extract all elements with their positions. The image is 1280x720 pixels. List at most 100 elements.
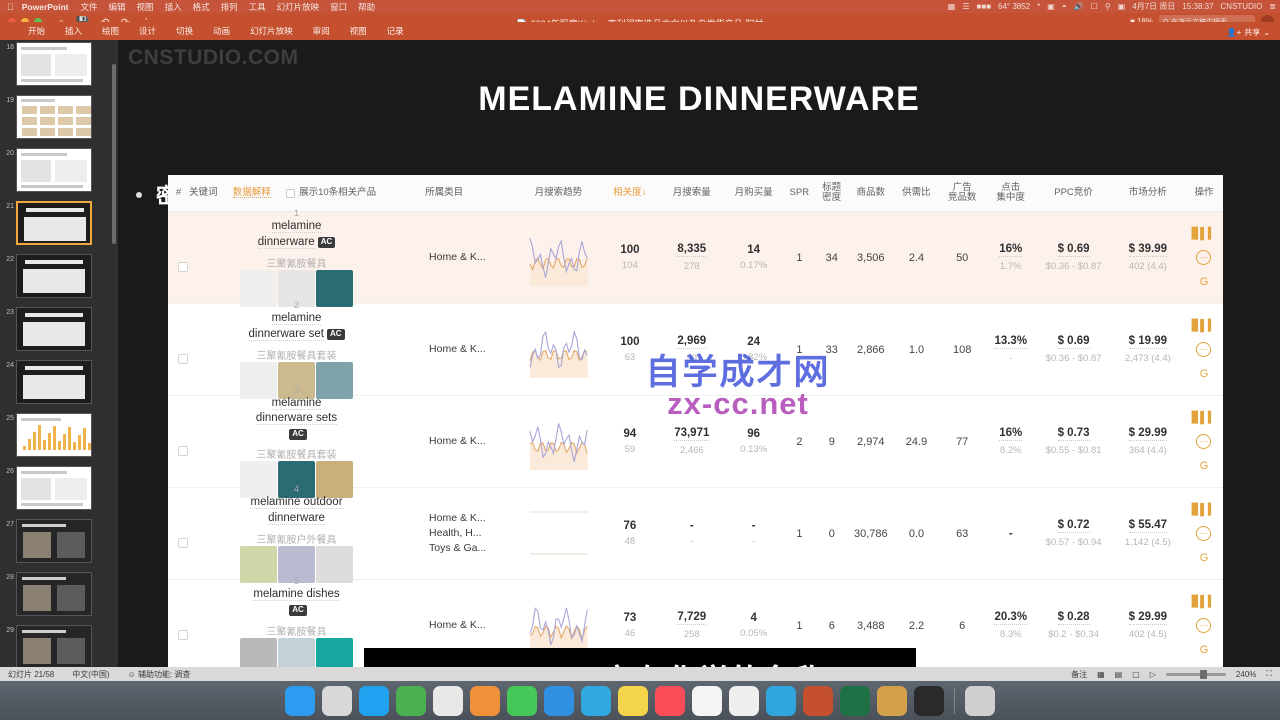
slide-thumbnail-item[interactable]: 23 — [0, 305, 118, 357]
menu-item-help[interactable]: 帮助 — [358, 1, 375, 13]
control-center-icon[interactable]: ≣ — [1269, 2, 1276, 11]
slide-thumbnail-item[interactable]: 22 — [0, 252, 118, 304]
dock-photos-icon[interactable] — [729, 685, 759, 716]
spotlight-search-icon[interactable]: ⚲ — [1105, 2, 1111, 11]
menu-item-window[interactable]: 窗口 — [330, 1, 347, 13]
keyword-cell[interactable]: 1 melamine dinnerware AC 三聚氰胺餐具 — [168, 208, 425, 307]
product-thumbnail[interactable] — [316, 269, 354, 307]
slide-thumbnail-rail[interactable]: 18 19 20 21 22 23 24 25 26 27 28 29 — [0, 40, 118, 667]
accessibility-status[interactable]: ☺ 辅助功能: 调查 — [128, 669, 191, 680]
dock-notes-icon[interactable] — [618, 685, 648, 716]
show-related-checkbox[interactable] — [286, 188, 296, 198]
category-cell[interactable]: Home & K... — [425, 304, 517, 395]
dock-messages-icon[interactable] — [507, 685, 537, 716]
calendar-icon[interactable]: ▣ — [1118, 2, 1126, 11]
fit-slide-icon[interactable]: ⛶ — [1266, 669, 1272, 679]
apple-icon[interactable]:  — [7, 2, 14, 12]
th-show-related[interactable]: 展示10条相关产品 — [286, 188, 425, 198]
menu-app-name[interactable]: PowerPoint — [22, 2, 69, 12]
product-thumbnail[interactable] — [316, 361, 354, 399]
bluetooth-icon[interactable]: * — [1037, 2, 1040, 11]
menu-item-arrange[interactable]: 排列 — [221, 1, 238, 13]
slide-thumbnail-item[interactable]: 26 — [0, 464, 118, 516]
keyword-text[interactable]: melamine dinnerware set AC — [248, 311, 345, 342]
bars-icon[interactable]: ☰ — [962, 2, 969, 11]
dock-folder-icon[interactable] — [877, 685, 907, 716]
bar-chart-icon[interactable]: ▊▌▍ — [1192, 226, 1217, 241]
category-label[interactable]: Home & K... — [429, 618, 486, 633]
ribbon-tab-insert[interactable]: 插入 — [65, 25, 82, 40]
actions-cell[interactable]: ▊▌▍ ⋯ G — [1185, 212, 1223, 303]
menu-item-view[interactable]: 视图 — [137, 1, 154, 13]
row-checkbox[interactable] — [178, 262, 188, 272]
bar-chart-icon[interactable]: ▊▌▍ — [1192, 594, 1217, 609]
slide-thumbnail-preview[interactable] — [16, 360, 92, 404]
actions-cell[interactable]: ▊▌▍ ⋯ G — [1185, 304, 1223, 395]
bar-chart-icon[interactable]: ▊▌▍ — [1192, 318, 1217, 333]
related-product-images[interactable] — [240, 637, 354, 667]
slide-thumbnail-preview[interactable] — [16, 148, 92, 192]
sorter-view-icon[interactable]: ▤ — [1115, 670, 1123, 679]
dock-keynote-icon[interactable] — [766, 685, 796, 716]
slide-thumbnail-item[interactable]: 27 — [0, 517, 118, 569]
product-thumbnail[interactable] — [240, 545, 278, 583]
keyword-text-block[interactable]: melamine dinnerware AC 三聚氰胺餐具 — [249, 219, 345, 270]
smiley-icon[interactable]: ⋯ — [1196, 526, 1212, 541]
actions-cell[interactable]: ▊▌▍ ⋯ G — [1185, 580, 1223, 667]
google-icon[interactable]: G — [1196, 458, 1211, 473]
reading-view-icon[interactable]: ▢ — [1132, 670, 1140, 679]
dock-trash-icon[interactable] — [965, 685, 995, 716]
smiley-icon[interactable]: ⋯ — [1196, 250, 1212, 265]
slide-thumbnail-item[interactable]: 24 — [0, 358, 118, 410]
ribbon-tab-draw[interactable]: 绘图 — [102, 25, 119, 40]
bar-chart-icon[interactable]: ▊▌▍ — [1192, 410, 1217, 425]
row-checkbox[interactable] — [178, 354, 188, 364]
bar-chart-icon[interactable]: ▊▌▍ — [1192, 502, 1217, 517]
product-thumbnail[interactable] — [316, 637, 354, 667]
share-button[interactable]: 👤+ 共享 ⌄ — [1227, 27, 1270, 38]
table-row[interactable]: 1 melamine dinnerware AC 三聚氰胺餐具 Home & K... 1… — [168, 208, 1223, 307]
google-icon[interactable]: G — [1196, 274, 1211, 289]
slide-thumbnail-preview[interactable] — [16, 254, 92, 298]
dock-finder-icon[interactable] — [285, 685, 315, 716]
category-label[interactable]: Health, H... — [429, 526, 482, 541]
menu-time[interactable]: 15:38:37 — [1182, 2, 1213, 11]
dock-launchpad-icon[interactable] — [322, 685, 352, 716]
product-thumbnail[interactable] — [240, 269, 278, 307]
slide-thumbnail-item[interactable]: 25 — [0, 411, 118, 463]
product-thumbnail[interactable] — [240, 637, 278, 667]
screen-mirror-icon[interactable]: ☐ — [1091, 2, 1098, 11]
row-checkbox[interactable] — [178, 630, 188, 640]
th-relevance[interactable]: 相关度 ↓ — [600, 188, 659, 198]
dock-powerpoint-icon[interactable] — [803, 685, 833, 716]
dock-music-icon[interactable] — [655, 685, 685, 716]
dock-safari-icon[interactable] — [359, 685, 389, 716]
slide-canvas[interactable]: CNSTUDIO.COM MELAMINE DINNERWARE 密胺 # 关键… — [118, 40, 1280, 667]
keyword-text-block[interactable]: melamine outdoor dinnerware 三聚氰胺户外餐具 — [249, 495, 345, 546]
ribbon-tab-view[interactable]: 视图 — [350, 25, 367, 40]
dock-wechat-icon[interactable] — [396, 685, 426, 716]
slideshow-icon[interactable]: ▷ — [1150, 670, 1156, 679]
menu-item-insert[interactable]: 插入 — [165, 1, 182, 13]
display-icon[interactable]: ▣ — [1047, 2, 1055, 11]
slide-thumbnail-preview[interactable] — [16, 307, 92, 351]
slide-thumbnail-preview[interactable] — [16, 466, 92, 510]
table-row[interactable]: 2 melamine dinnerware set AC 三聚氰胺餐具套装 Home &… — [168, 300, 1223, 399]
keyword-text[interactable]: melamine dishes AC — [249, 587, 345, 618]
menu-item-edit[interactable]: 编辑 — [109, 1, 126, 13]
product-thumbnail[interactable] — [316, 545, 354, 583]
keyword-text[interactable]: melamine dinnerware AC — [249, 219, 345, 250]
dock-calendar-icon[interactable] — [692, 685, 722, 716]
ribbon-tab-review[interactable]: 审阅 — [313, 25, 330, 40]
slide-thumbnail-item[interactable]: 21 — [0, 199, 118, 251]
category-label[interactable]: Toys & Ga... — [429, 541, 486, 556]
action-buttons[interactable]: ▊▌▍ ⋯ G — [1192, 226, 1217, 289]
stats-readout[interactable]: 64° 3852 — [998, 2, 1030, 11]
dock-excel-icon[interactable] — [840, 685, 870, 716]
language-indicator[interactable]: 中文(中国) — [72, 669, 109, 680]
dock-mail-icon[interactable] — [544, 685, 574, 716]
zoom-slider[interactable] — [1165, 669, 1226, 679]
menu-item-format[interactable]: 格式 — [193, 1, 210, 13]
row-checkbox[interactable] — [178, 446, 188, 456]
keyword-text[interactable]: melamine outdoor dinnerware — [249, 495, 345, 526]
